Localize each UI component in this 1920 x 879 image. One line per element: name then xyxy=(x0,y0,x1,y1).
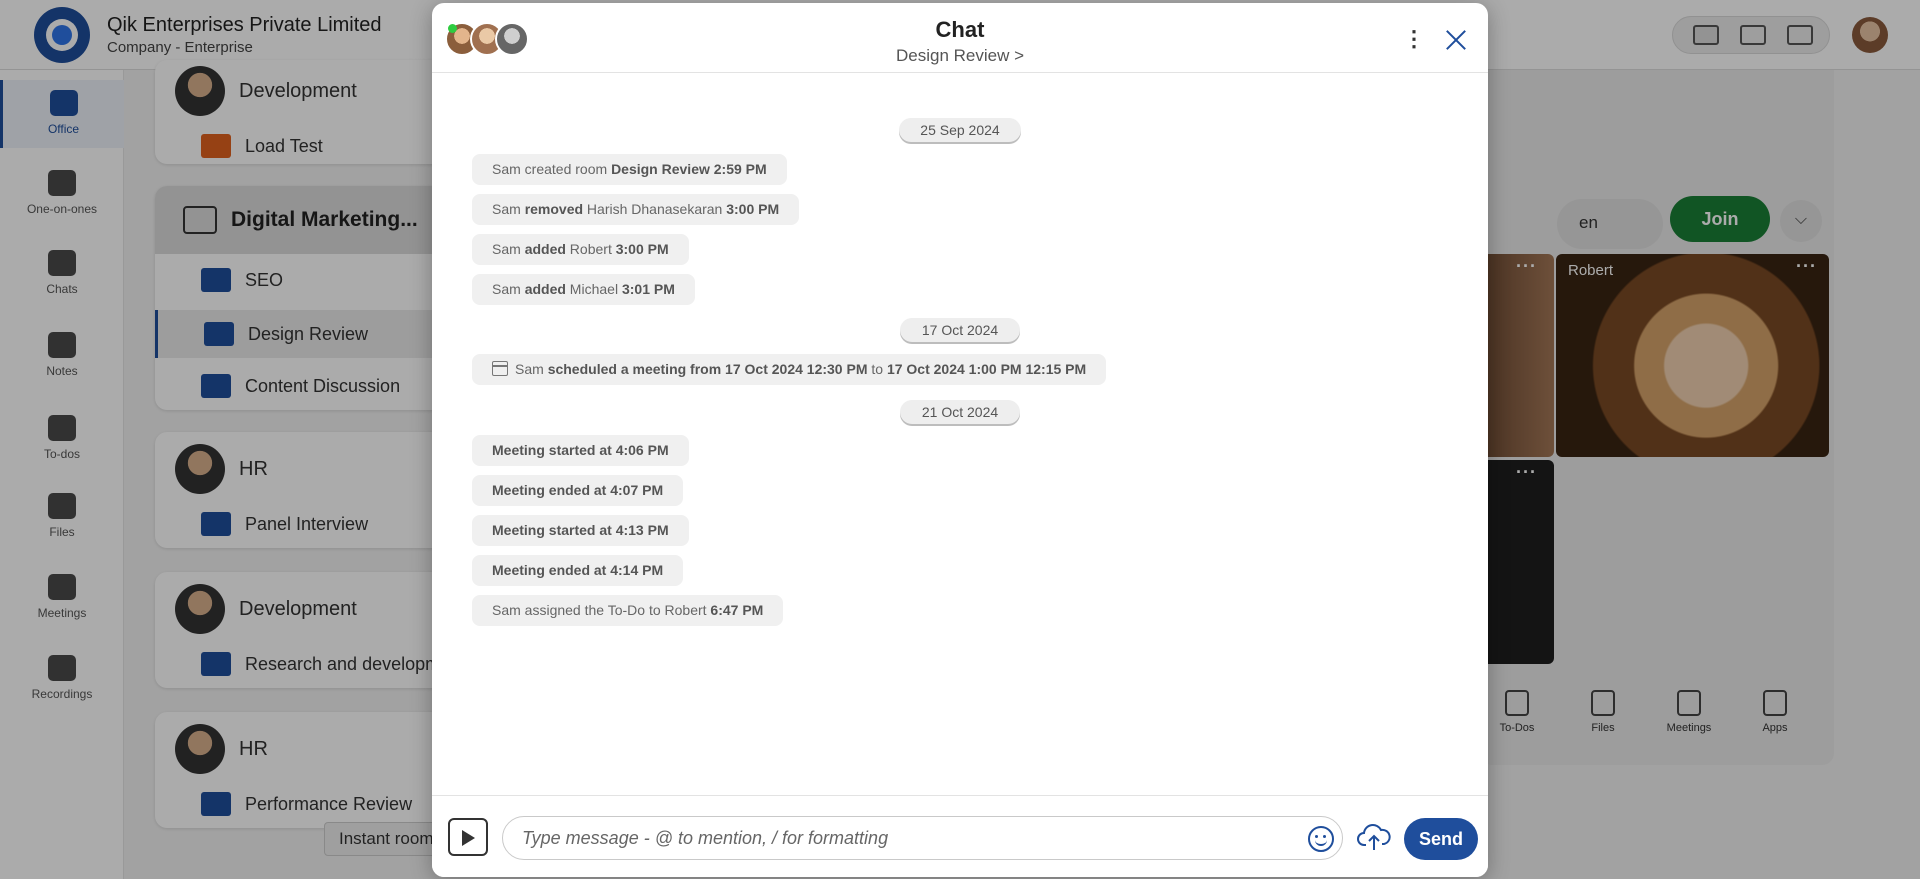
message-bold: Meeting ended at 4:14 PM xyxy=(492,562,664,578)
message-text: Michael xyxy=(565,281,622,297)
message-composer: Send xyxy=(432,795,1488,877)
online-indicator xyxy=(448,24,457,33)
record-video-icon[interactable] xyxy=(448,818,488,856)
message-bold: Meeting started at 4:13 PM xyxy=(492,522,669,538)
system-message: Sam assigned the To-Do to Robert 6:47 PM xyxy=(472,595,784,626)
message-bold: added xyxy=(524,241,566,257)
chat-header: Chat Design Review > ⋮ xyxy=(432,3,1488,73)
system-message: Sam removed Harish Dhanasekaran 3:00 PM xyxy=(472,194,800,225)
chat-modal: Chat Design Review > ⋮ 25 Sep 2024 Sam c… xyxy=(432,3,1488,877)
send-button[interactable]: Send xyxy=(1404,818,1478,860)
system-message: Sam added Robert 3:00 PM xyxy=(472,234,689,265)
message-time: 3:00 PM xyxy=(615,241,669,257)
emoji-icon[interactable] xyxy=(1308,826,1334,852)
message-bold: Meeting ended at 4:07 PM xyxy=(492,482,664,498)
date-separator: 17 Oct 2024 xyxy=(900,318,1020,342)
message-text: Sam xyxy=(492,201,525,217)
more-vertical-icon[interactable]: ⋮ xyxy=(1402,25,1426,53)
message-text: Sam assigned the To-Do to Robert xyxy=(492,602,711,618)
close-icon[interactable] xyxy=(1439,23,1473,57)
date-separator: 21 Oct 2024 xyxy=(900,400,1020,424)
message-bold: Design Review 2:59 PM xyxy=(611,161,767,177)
message-input[interactable] xyxy=(502,816,1343,860)
date-separator: 25 Sep 2024 xyxy=(899,118,1021,142)
room-link[interactable]: Design Review > xyxy=(432,46,1488,66)
message-bold: removed xyxy=(524,201,584,217)
message-text: Sam xyxy=(492,241,525,257)
system-message: Meeting started at 4:06 PM xyxy=(472,435,689,466)
message-text: Sam created room xyxy=(492,161,612,177)
message-text: Sam xyxy=(492,281,525,297)
message-text: to xyxy=(867,361,887,377)
upload-cloud-icon[interactable] xyxy=(1357,820,1391,854)
system-message: Sam scheduled a meeting from 17 Oct 2024… xyxy=(472,354,1107,385)
message-bold: added xyxy=(524,281,566,297)
message-list[interactable]: 25 Sep 2024 Sam created room Design Revi… xyxy=(432,73,1488,795)
system-message: Meeting ended at 4:14 PM xyxy=(472,555,684,586)
calendar-icon xyxy=(492,361,508,376)
message-bold: scheduled a meeting from 17 Oct 2024 12:… xyxy=(547,361,868,377)
chat-title: Chat xyxy=(935,17,985,42)
system-message: Meeting started at 4:13 PM xyxy=(472,515,689,546)
message-bold: Meeting started at 4:06 PM xyxy=(492,442,669,458)
message-text: Robert xyxy=(565,241,616,257)
message-bold: 17 Oct 2024 1:00 PM 12:15 PM xyxy=(886,361,1087,377)
system-message: Meeting ended at 4:07 PM xyxy=(472,475,684,506)
system-message: Sam created room Design Review 2:59 PM xyxy=(472,154,787,185)
message-text: Harish Dhanasekaran xyxy=(583,201,727,217)
message-time: 3:00 PM xyxy=(726,201,780,217)
system-message: Sam added Michael 3:01 PM xyxy=(472,274,695,305)
message-time: 3:01 PM xyxy=(621,281,675,297)
message-text: Sam xyxy=(515,361,548,377)
message-time: 6:47 PM xyxy=(710,602,764,618)
